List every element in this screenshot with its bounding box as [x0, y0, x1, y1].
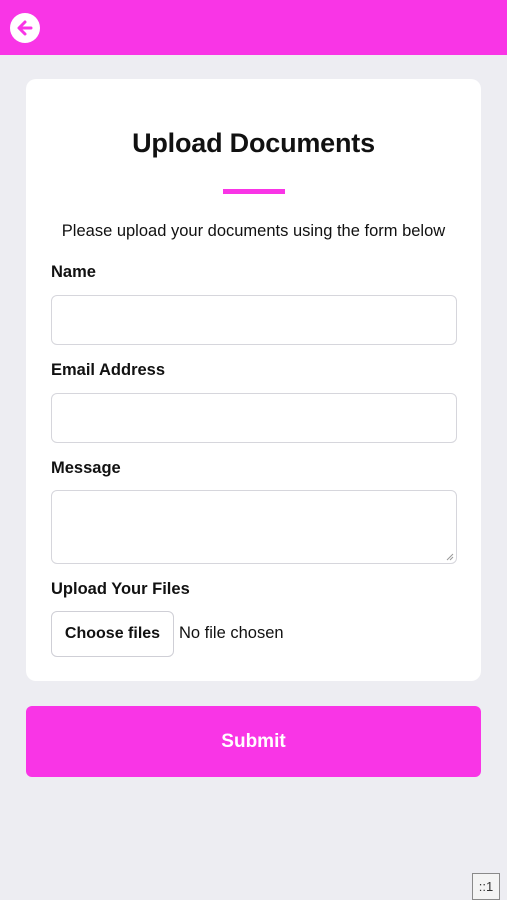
form-intro-text: Please upload your documents using the f…: [61, 222, 446, 240]
email-label: Email Address: [51, 361, 166, 379]
arrow-left-icon: [17, 20, 33, 36]
upload-files-label: Upload Your Files: [51, 580, 190, 598]
name-input[interactable]: [51, 295, 457, 345]
corner-badge: ::1: [472, 873, 500, 900]
email-input[interactable]: [51, 393, 457, 443]
resize-grip-icon[interactable]: [446, 553, 454, 561]
file-status-text: No file chosen: [179, 624, 284, 642]
top-app-bar: [0, 0, 507, 55]
title-accent-divider: [223, 189, 285, 194]
name-label: Name: [51, 263, 96, 281]
back-button[interactable]: [10, 13, 40, 43]
submit-button[interactable]: Submit: [26, 706, 481, 777]
message-textarea[interactable]: [51, 490, 457, 564]
page-title: Upload Documents: [132, 128, 375, 158]
choose-files-button[interactable]: Choose files: [51, 611, 174, 657]
message-label: Message: [51, 459, 121, 477]
